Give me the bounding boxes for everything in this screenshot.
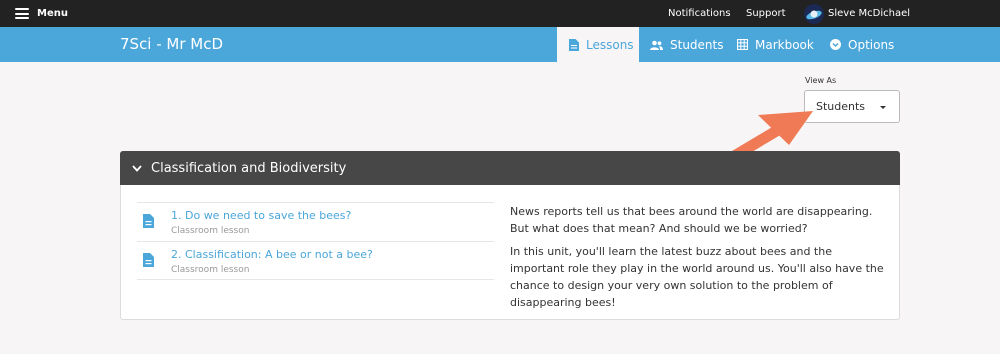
tab-students-label: Students <box>670 37 724 52</box>
description-paragraph: In this unit, you'll learn the latest bu… <box>510 245 884 309</box>
caret-down-icon <box>880 106 886 109</box>
tab-options-label: Options <box>848 37 895 52</box>
lesson-type: Classroom lesson <box>171 265 250 275</box>
unit-title: Classification and Biodiversity <box>151 160 347 176</box>
tab-options[interactable]: Options <box>830 27 894 62</box>
lesson-type: Classroom lesson <box>171 226 250 236</box>
chevron-down-icon <box>132 164 142 172</box>
unit-description: News reports tell us that bees around th… <box>510 203 885 317</box>
lesson-item[interactable]: 2. Classification: A bee or not a bee? C… <box>137 241 494 280</box>
hamburger-icon <box>15 8 29 19</box>
tab-markbook[interactable]: Markbook <box>737 27 814 62</box>
class-header: 7Sci - Mr McD Lessons Students Markbook <box>0 27 1000 62</box>
lesson-list: 1. Do we need to save the bees? Classroo… <box>137 202 494 280</box>
unit-panel: Classification and Biodiversity 1. Do we… <box>120 151 900 320</box>
description-paragraph: News reports tell us that bees around th… <box>510 205 873 235</box>
chevron-circle-icon <box>830 39 841 50</box>
notifications-link[interactable]: Notifications <box>668 0 731 27</box>
view-as-selected: Students <box>816 100 866 113</box>
tab-markbook-label: Markbook <box>755 37 814 52</box>
tab-lessons[interactable]: Lessons <box>557 27 639 62</box>
view-as-select[interactable]: Students <box>804 90 900 123</box>
lesson-title[interactable]: 1. Do we need to save the bees? <box>171 209 351 222</box>
class-title: 7Sci - Mr McD <box>120 35 224 53</box>
grid-icon <box>737 39 748 50</box>
lesson-title[interactable]: 2. Classification: A bee or not a bee? <box>171 248 373 261</box>
avatar-image <box>804 4 824 24</box>
unit-header[interactable]: Classification and Biodiversity <box>120 151 900 185</box>
menu-label: Menu <box>37 8 68 19</box>
view-as-label: View As <box>805 76 837 85</box>
tab-lessons-label: Lessons <box>586 37 634 52</box>
lesson-document-icon <box>143 214 154 228</box>
users-icon <box>650 40 663 50</box>
lesson-item[interactable]: 1. Do we need to save the bees? Classroo… <box>137 202 494 241</box>
user-name[interactable]: Sleve McDichael <box>828 0 910 27</box>
menu-button[interactable]: Menu <box>15 0 68 27</box>
document-icon <box>569 38 579 51</box>
lesson-document-icon <box>143 253 154 267</box>
support-link[interactable]: Support <box>746 0 786 27</box>
tab-students[interactable]: Students <box>650 27 724 62</box>
avatar[interactable] <box>804 4 824 24</box>
top-bar: Menu Notifications Support Sleve McDicha… <box>0 0 1000 27</box>
